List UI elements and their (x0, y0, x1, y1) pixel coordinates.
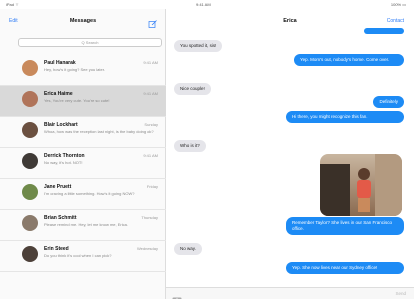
message-date: Friday (146, 184, 158, 189)
contact-name: Erin Steed (44, 246, 69, 252)
conversation-list: Paul Hanarak 9:41 AM Hey, how's it going… (0, 55, 166, 272)
status-bar: iPad ⌔ 9:41 AM 100% ▭ (0, 0, 414, 9)
message-date: Thursday (141, 215, 158, 220)
compose-bar: Send (166, 287, 414, 299)
send-button[interactable]: Send (395, 291, 406, 296)
message-preview: Please remind me. Hey, let me know me, E… (44, 222, 128, 227)
conversation-pane: Erica Contact You spotted it, sis! Yep. … (166, 9, 414, 299)
list-item[interactable]: Derrick Thornton 9:41 AM No way, it's ho… (0, 148, 166, 179)
contact-button[interactable]: Contact (387, 18, 404, 24)
message-preview: Yes, You're very cute. You're so cute! (44, 98, 110, 103)
message-preview: I'm craving a little something. How's it… (44, 191, 135, 196)
avatar (22, 215, 38, 231)
message-bubble-in: Who is it? (174, 140, 206, 152)
contact-name: Derrick Thornton (44, 153, 85, 159)
message-bubble-in: No way. (174, 243, 202, 255)
message-bubble-in: Nice couple! (174, 83, 211, 95)
avatar (22, 246, 38, 262)
sidebar-navbar: Edit Messages (0, 9, 166, 35)
list-item[interactable]: Erica Haime 9:41 AM Yes, You're very cut… (0, 86, 166, 117)
carrier-label: iPad ⌔ (6, 2, 19, 7)
compose-icon[interactable] (148, 16, 158, 28)
avatar (22, 184, 38, 200)
message-preview: Whoa, how was the reception last night, … (44, 129, 154, 134)
message-date: 9:41 AM (143, 153, 158, 158)
avatar (22, 91, 38, 107)
messages-sidebar: Edit Messages Q Search Paul Hanarak 9:41… (0, 9, 166, 299)
message-bubble-out: Yep. Mom's out, nobody's home. Come over… (294, 54, 404, 66)
list-item[interactable]: Jane Pruett Friday I'm craving a little … (0, 179, 166, 210)
message-preview: Do you think it's cool when I can pick? (44, 253, 112, 258)
avatar (22, 60, 38, 76)
message-date: 9:41 AM (143, 60, 158, 65)
contact-name: Jane Pruett (44, 184, 72, 190)
list-item[interactable]: Brian Schmitt Thursday Please remind me.… (0, 210, 166, 241)
message-date: Wednesday (136, 246, 158, 251)
message-bubble-out: Hi there, you might recognize this fan. (286, 111, 404, 123)
message-bubble-out-partial (364, 28, 404, 34)
sidebar-title: Messages (69, 18, 97, 24)
contact-name: Erica Haime (44, 91, 73, 97)
contact-name: Brian Schmitt (44, 215, 77, 221)
photo-attachment[interactable] (320, 154, 402, 216)
avatar (22, 153, 38, 169)
camera-icon[interactable] (172, 290, 182, 299)
message-preview: No way, it's hot. NOT! (44, 160, 83, 165)
contact-name: Blair Lockhart (44, 122, 78, 128)
contact-name: Paul Hanarak (44, 60, 76, 66)
list-item[interactable]: Paul Hanarak 9:41 AM Hey, how's it going… (0, 55, 166, 86)
message-date: 9:41 AM (143, 91, 158, 96)
list-item[interactable]: Blair Lockhart Sunday Whoa, how was the … (0, 117, 166, 148)
message-bubble-out: Definitely (373, 96, 404, 108)
avatar (22, 122, 38, 138)
message-bubble-in: You spotted it, sis! (174, 40, 223, 52)
status-time: 9:41 AM (196, 2, 211, 7)
conversation-title: Erica (283, 18, 297, 24)
list-item[interactable]: Erin Steed Wednesday Do you think it's c… (0, 241, 166, 272)
message-bubble-out: Remember Taylor? She lives in our San Fr… (286, 217, 404, 235)
battery-indicator: 100% ▭ (390, 2, 406, 7)
message-preview: Hey, how's it going? See you later. (44, 67, 105, 72)
message-date: Sunday (144, 122, 158, 127)
message-bubble-out: Yep. She now lives near our Sydney offic… (286, 262, 404, 274)
search-input[interactable]: Q Search (18, 38, 162, 47)
